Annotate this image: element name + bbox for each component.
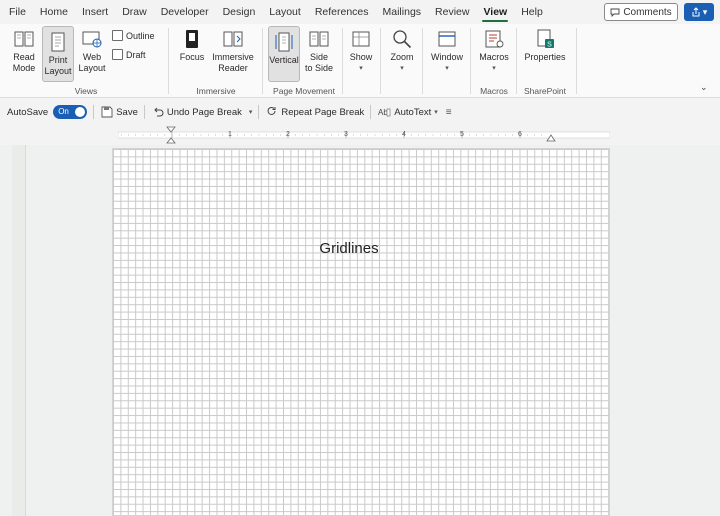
book-icon (14, 31, 34, 47)
vertical-button[interactable]: Vertical (268, 26, 300, 82)
indent-marker-icon[interactable] (166, 126, 176, 144)
repeat-icon (267, 106, 276, 115)
tab-view[interactable]: View (476, 0, 514, 24)
properties-button[interactable]: S Properties (520, 24, 570, 82)
window-button[interactable]: Window ▾ (428, 24, 466, 82)
group-separator (516, 28, 517, 94)
comment-icon (610, 8, 620, 17)
vertical-ruler (12, 145, 26, 516)
macros-button[interactable]: Macros ▾ (476, 24, 512, 82)
ruler-labels: 1 2 3 4 5 6 (118, 130, 610, 140)
tab-home[interactable]: Home (33, 0, 75, 24)
tab-design[interactable]: Design (216, 0, 263, 24)
save-icon (101, 106, 113, 118)
ruler-label: 3 (344, 131, 348, 138)
page-movement-group-label: Page Movement (273, 86, 335, 96)
tab-help[interactable]: Help (514, 0, 550, 24)
repeat-button[interactable]: Repeat Page Break (266, 106, 364, 118)
group-separator (168, 28, 169, 94)
immersive-group-label: Immersive (196, 86, 236, 96)
outline-button[interactable]: Outline (112, 30, 155, 41)
macros-icon (485, 30, 504, 48)
side-to-side-button[interactable]: Side to Side (302, 24, 336, 82)
save-button[interactable]: Save (101, 106, 138, 118)
customize-toolbar-button[interactable]: ≡ (446, 107, 452, 118)
chevron-down-icon: ▾ (359, 65, 363, 72)
print-layout-button[interactable]: Print Layout (42, 26, 74, 82)
toolbar-separator (258, 105, 260, 119)
immersive-reader-button[interactable]: Immersive Reader (210, 24, 256, 82)
focus-icon (186, 30, 198, 48)
macros-group-label: Macros (480, 86, 508, 96)
chevron-down-icon: ▾ (400, 65, 404, 72)
ruler-label: 4 (402, 131, 406, 138)
window-icon (438, 31, 456, 47)
web-layout-button[interactable]: Web Layout (76, 24, 108, 82)
group-separator (422, 28, 423, 94)
share-button[interactable]: ▾ (684, 3, 714, 21)
comments-button[interactable]: Comments (604, 3, 678, 21)
show-button[interactable]: Show ▾ (346, 24, 376, 82)
autotext-icon: Ab (378, 108, 391, 117)
ruler-area: 1 2 3 4 5 6 (0, 125, 720, 145)
group-separator (470, 28, 471, 94)
group-separator (262, 28, 263, 94)
right-indent-marker-icon[interactable] (546, 134, 556, 142)
tab-review[interactable]: Review (428, 0, 476, 24)
quick-access-toolbar: AutoSave On Save Undo Page Break ▾ Repea… (0, 99, 720, 125)
ribbon: Read Mode Print Layout Web Layout Outlin… (0, 24, 720, 98)
document-page[interactable] (112, 148, 610, 516)
ruler-label: 2 (286, 131, 290, 138)
chevron-down-icon: ▾ (434, 109, 438, 116)
magnifier-icon (393, 30, 412, 49)
autosave-toggle[interactable]: On (53, 105, 88, 119)
toolbar-separator (93, 105, 95, 119)
web-page-icon (82, 31, 102, 48)
outline-icon (112, 30, 123, 41)
tab-developer[interactable]: Developer (154, 0, 216, 24)
ruler-label: 6 (518, 131, 522, 138)
zoom-button[interactable]: Zoom ▾ (386, 24, 418, 82)
comments-label: Comments (623, 6, 672, 18)
ruler-label: 1 (228, 131, 232, 138)
vertical-pages-icon (275, 32, 293, 52)
tab-references[interactable]: References (308, 0, 376, 24)
toolbar-separator (143, 105, 145, 119)
toggle-switch: On (53, 105, 88, 119)
chevron-down-icon: ▾ (702, 6, 708, 17)
ruler-label: 5 (460, 131, 464, 138)
toolbar-separator (370, 105, 372, 119)
tab-draw[interactable]: Draw (115, 0, 154, 24)
read-mode-button[interactable]: Read Mode (8, 24, 40, 82)
autotext-button[interactable]: Ab AutoText ▾ (378, 106, 437, 118)
draft-icon (112, 49, 123, 60)
page-icon (51, 32, 65, 52)
collapse-ribbon-icon[interactable]: ⌄ (700, 82, 708, 93)
tab-file[interactable]: File (0, 0, 33, 24)
document-text[interactable]: Gridlines (112, 240, 586, 257)
tab-layout[interactable]: Layout (262, 0, 308, 24)
focus-button[interactable]: Focus (176, 24, 208, 82)
chevron-down-icon: ▾ (445, 65, 449, 72)
sharepoint-group-label: SharePoint (523, 86, 567, 96)
chevron-down-icon[interactable]: ▾ (249, 108, 253, 116)
tab-insert[interactable]: Insert (75, 0, 115, 24)
undo-icon (154, 107, 164, 117)
chevron-down-icon: ▾ (492, 65, 496, 72)
views-group-label: Views (74, 86, 98, 96)
tab-mailings[interactable]: Mailings (376, 0, 429, 24)
group-separator (342, 28, 343, 94)
group-separator (576, 28, 577, 94)
side-by-side-pages-icon (309, 31, 329, 47)
undo-button[interactable]: Undo Page Break ▾ (152, 106, 253, 118)
autosave-label: AutoSave (7, 106, 49, 118)
show-icon (352, 31, 370, 47)
customize-icon: ≡ (445, 106, 452, 118)
group-separator (380, 28, 381, 94)
immersive-reader-icon (223, 31, 243, 47)
sharepoint-properties-icon: S (537, 29, 554, 49)
share-icon (692, 7, 700, 17)
svg-text:S: S (547, 42, 552, 49)
draft-button[interactable]: Draft (112, 49, 146, 60)
